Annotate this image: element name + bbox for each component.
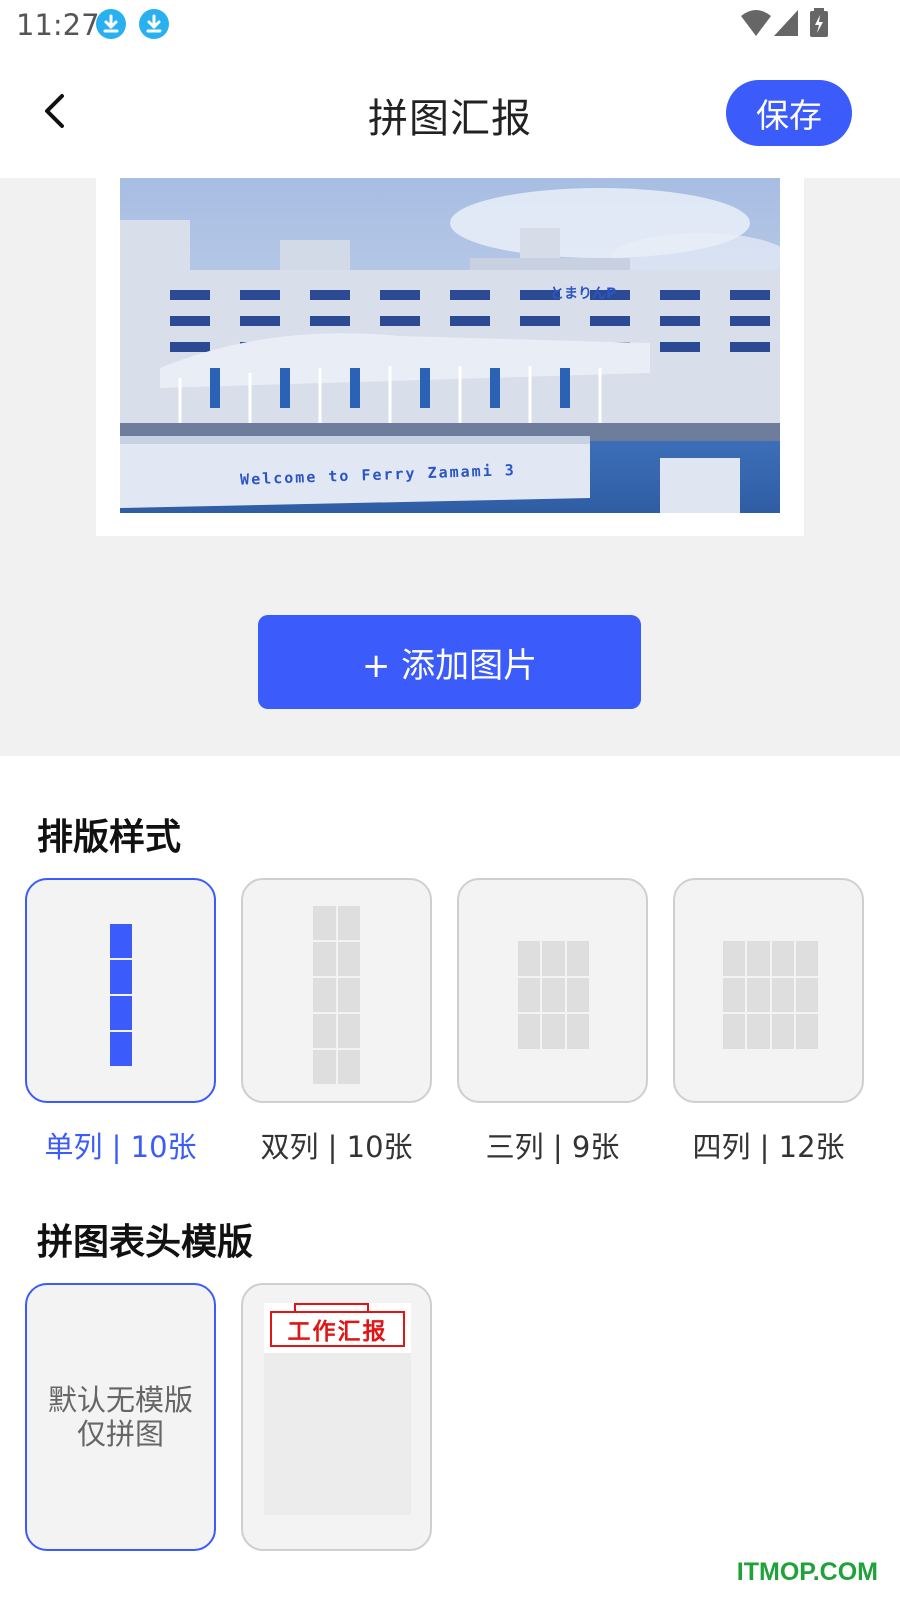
layout-grid-icon xyxy=(518,941,589,1049)
battery-charging-icon xyxy=(808,8,830,42)
template-option-none[interactable]: 默认无模版 仅拼图 xyxy=(25,1283,216,1551)
watermark: ITMOP.COM xyxy=(736,1558,878,1586)
collage-photo[interactable]: とまりんP Welcome to Ferry Zamami 3 xyxy=(120,178,780,513)
collage-frame: とまりんP Welcome to Ferry Zamami 3 xyxy=(96,178,804,536)
download-icon xyxy=(139,9,169,39)
template-header-strip: 工作汇报 xyxy=(264,1303,411,1353)
layout-option-three-columns[interactable] xyxy=(457,878,648,1103)
template-preview: 工作汇报 xyxy=(264,1303,411,1515)
save-button[interactable]: 保存 xyxy=(726,80,852,146)
wifi-icon xyxy=(740,8,772,42)
layout-option-single-column[interactable] xyxy=(25,878,216,1103)
layout-label: 四列 | 12张 xyxy=(692,1130,845,1164)
template-section-title: 拼图表头模版 xyxy=(37,1222,254,1263)
status-time: 11:27 xyxy=(16,8,100,42)
app-header: 拼图汇报 保存 xyxy=(0,50,900,178)
layout-option-two-columns[interactable] xyxy=(241,878,432,1103)
template-none-line1: 默认无模版 xyxy=(47,1383,193,1417)
signal-icon xyxy=(772,8,800,42)
template-stamp: 工作汇报 xyxy=(270,1311,405,1347)
layout-grid-icon xyxy=(723,941,818,1049)
collage-preview-area: とまりんP Welcome to Ferry Zamami 3 + 添加图片 xyxy=(0,178,900,756)
photo-signage: とまりんP xyxy=(550,286,616,302)
layout-section-title: 排版样式 xyxy=(37,817,182,858)
template-none-line2: 仅拼图 xyxy=(76,1417,164,1451)
layout-label: 双列 | 10张 xyxy=(260,1130,413,1164)
layout-grid-icon xyxy=(313,906,360,1084)
add-image-button[interactable]: + 添加图片 xyxy=(258,615,641,709)
template-option-work-report[interactable]: 工作汇报 xyxy=(241,1283,432,1551)
template-none-label: 默认无模版 仅拼图 xyxy=(27,1383,214,1451)
layout-label: 单列 | 10张 xyxy=(44,1130,197,1164)
download-icon xyxy=(96,9,126,39)
layout-grid-icon xyxy=(110,924,132,1066)
layout-label: 三列 | 9张 xyxy=(485,1130,620,1164)
layout-option-four-columns[interactable] xyxy=(673,878,864,1103)
status-bar: 11:27 xyxy=(0,0,900,50)
